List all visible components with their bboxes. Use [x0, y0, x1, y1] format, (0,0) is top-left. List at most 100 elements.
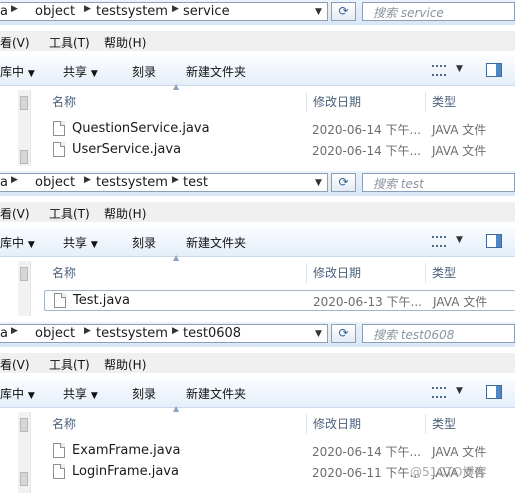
breadcrumb-item[interactable]: object — [35, 326, 75, 341]
organize-label: 库中 — [0, 236, 25, 250]
column-header-date[interactable]: 修改日期 — [313, 415, 361, 432]
column-header-type[interactable]: 类型 — [432, 93, 456, 110]
breadcrumb-item[interactable]: object — [35, 4, 75, 19]
share-button[interactable]: 共享 ▼ — [63, 63, 98, 80]
refresh-button[interactable]: ⟳ — [331, 2, 356, 21]
sort-indicator-icon: ▲ — [173, 82, 180, 91]
address-bar[interactable]: a ▶ object ▶ testsystem ▶ test ▼ — [0, 173, 328, 192]
java-file-icon — [53, 142, 65, 157]
share-button[interactable]: 共享 ▼ — [63, 385, 98, 402]
menu-view[interactable]: 看(V) — [0, 205, 30, 222]
menu-tools[interactable]: 工具(T) — [49, 34, 90, 51]
menu-help[interactable]: 帮助(H) — [104, 205, 146, 222]
column-divider[interactable] — [425, 263, 426, 283]
organize-button[interactable]: 库中 ▼ — [0, 385, 35, 402]
details-view-icon[interactable] — [432, 387, 446, 398]
column-header-name[interactable]: 名称 — [52, 93, 76, 110]
menu-tools[interactable]: 工具(T) — [49, 356, 90, 373]
scrollbar-thumb[interactable] — [20, 418, 28, 432]
column-divider[interactable] — [306, 414, 307, 434]
sort-indicator-icon: ▲ — [173, 253, 180, 262]
details-view-icon[interactable] — [432, 236, 446, 247]
details-view-icon[interactable] — [432, 65, 446, 76]
chevron-down-icon[interactable]: ▼ — [315, 7, 322, 17]
chevron-right-icon[interactable]: ▶ — [84, 4, 91, 14]
burn-button[interactable]: 刻录 — [132, 63, 156, 80]
share-button[interactable]: 共享 ▼ — [63, 234, 98, 251]
breadcrumb-item[interactable]: object — [35, 175, 75, 190]
preview-pane-icon[interactable] — [486, 385, 502, 399]
new-folder-button[interactable]: 新建文件夹 — [186, 63, 246, 80]
breadcrumb-item[interactable]: service — [183, 4, 230, 19]
menu-view[interactable]: 看(V) — [0, 34, 30, 51]
new-folder-button[interactable]: 新建文件夹 — [186, 234, 246, 251]
new-folder-button[interactable]: 新建文件夹 — [186, 385, 246, 402]
file-name: LoginFrame.java — [72, 464, 179, 479]
breadcrumb-item[interactable]: test0608 — [183, 326, 241, 341]
menu-help[interactable]: 帮助(H) — [104, 34, 146, 51]
file-row[interactable]: ExamFrame.java 2020-06-14 下午... JAVA 文件 — [44, 441, 515, 462]
preview-pane-icon[interactable] — [486, 63, 502, 77]
file-row[interactable]: UserService.java 2020-06-14 下午... JAVA 文… — [44, 140, 515, 161]
chevron-right-icon[interactable]: ▶ — [172, 4, 179, 14]
search-input[interactable]: 搜索 test — [362, 173, 515, 192]
organize-button[interactable]: 库中 ▼ — [0, 63, 35, 80]
file-row[interactable]: Test.java 2020-06-13 下午... JAVA 文件 — [44, 290, 515, 311]
scrollbar-thumb[interactable] — [20, 150, 28, 164]
breadcrumb-item[interactable]: testsystem — [96, 326, 168, 341]
preview-pane-icon[interactable] — [486, 234, 502, 248]
breadcrumb-item[interactable]: testsystem — [96, 175, 168, 190]
column-header-name[interactable]: 名称 — [52, 264, 76, 281]
column-divider[interactable] — [425, 414, 426, 434]
column-header-type[interactable]: 类型 — [432, 264, 456, 281]
organize-button[interactable]: 库中 ▼ — [0, 234, 35, 251]
breadcrumb-item[interactable]: testsystem — [96, 4, 168, 19]
column-header-type[interactable]: 类型 — [432, 415, 456, 432]
java-file-icon — [53, 464, 65, 479]
breadcrumb-item[interactable]: a — [0, 4, 8, 19]
chevron-down-icon[interactable]: ▼ — [456, 64, 463, 74]
column-divider[interactable] — [425, 92, 426, 112]
breadcrumb-item[interactable]: test — [183, 175, 208, 190]
breadcrumb-item[interactable]: a — [0, 326, 8, 341]
column-header-date[interactable]: 修改日期 — [313, 93, 361, 110]
breadcrumb-item[interactable]: a — [0, 175, 8, 190]
address-bar[interactable]: a ▶ object ▶ testsystem ▶ service ▼ — [0, 2, 328, 21]
chevron-down-icon[interactable]: ▼ — [456, 386, 463, 396]
scrollbar-thumb[interactable] — [20, 96, 28, 110]
refresh-button[interactable]: ⟳ — [331, 324, 356, 343]
chevron-right-icon[interactable]: ▶ — [11, 175, 18, 185]
chevron-down-icon[interactable]: ▼ — [456, 235, 463, 245]
chevron-right-icon[interactable]: ▶ — [11, 326, 18, 336]
scrollbar-thumb[interactable] — [20, 472, 28, 486]
column-header-name[interactable]: 名称 — [52, 415, 76, 432]
column-divider[interactable] — [306, 92, 307, 112]
chevron-right-icon[interactable]: ▶ — [11, 4, 18, 14]
menu-tools[interactable]: 工具(T) — [49, 205, 90, 222]
refresh-button[interactable]: ⟳ — [331, 173, 356, 192]
file-row[interactable]: QuestionService.java 2020-06-14 下午... JA… — [44, 119, 515, 140]
menu-view[interactable]: 看(V) — [0, 356, 30, 373]
address-bar[interactable]: a ▶ object ▶ testsystem ▶ test0608 ▼ — [0, 324, 328, 343]
chevron-down-icon: ▼ — [90, 69, 98, 79]
scrollbar-thumb[interactable] — [20, 267, 28, 281]
address-bar-row: a ▶ object ▶ testsystem ▶ test ▼ ⟳ 搜索 te… — [0, 171, 515, 196]
search-input[interactable]: 搜索 service — [362, 2, 515, 21]
search-input[interactable]: 搜索 test0608 — [362, 324, 515, 343]
share-label: 共享 — [63, 65, 88, 79]
chevron-down-icon: ▼ — [27, 391, 35, 401]
chevron-down-icon: ▼ — [27, 240, 35, 250]
file-name: UserService.java — [72, 142, 182, 157]
menu-bar: 看(V) 工具(T) 帮助(H) — [0, 31, 515, 51]
chevron-down-icon[interactable]: ▼ — [315, 329, 322, 339]
chevron-right-icon[interactable]: ▶ — [84, 326, 91, 336]
burn-button[interactable]: 刻录 — [132, 234, 156, 251]
chevron-right-icon[interactable]: ▶ — [84, 175, 91, 185]
chevron-down-icon[interactable]: ▼ — [315, 178, 322, 188]
chevron-right-icon[interactable]: ▶ — [172, 175, 179, 185]
chevron-right-icon[interactable]: ▶ — [172, 326, 179, 336]
burn-button[interactable]: 刻录 — [132, 385, 156, 402]
column-header-date[interactable]: 修改日期 — [313, 264, 361, 281]
column-divider[interactable] — [306, 263, 307, 283]
menu-help[interactable]: 帮助(H) — [104, 356, 146, 373]
